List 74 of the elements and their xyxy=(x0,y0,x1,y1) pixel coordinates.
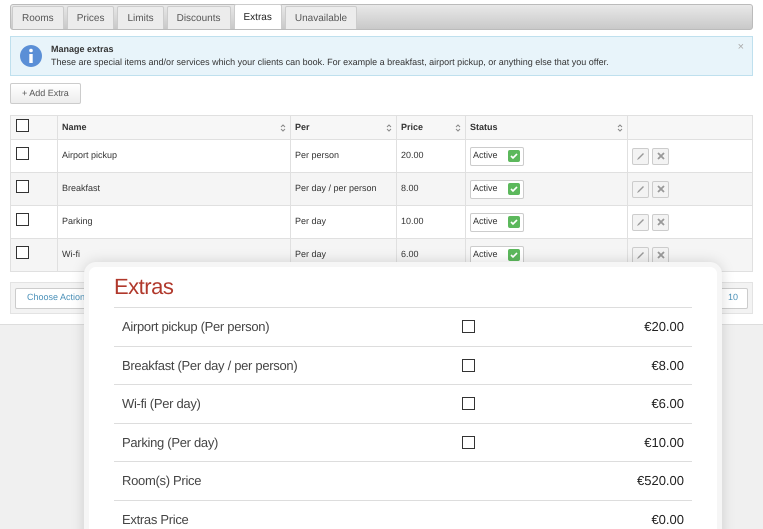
status-toggle[interactable]: Active xyxy=(470,146,524,166)
table-cell: 10.00 xyxy=(401,216,424,226)
extra-price: €20.00 xyxy=(644,318,684,336)
add-extra-button[interactable]: + Add Extra xyxy=(10,83,81,104)
column-header[interactable]: Per xyxy=(295,120,310,134)
extra-price: €10.00 xyxy=(644,434,684,452)
table-cell: Parking xyxy=(62,216,93,226)
delete-button[interactable] xyxy=(652,246,669,264)
table-cell: Per person xyxy=(295,150,340,160)
notice-title: Manage extras xyxy=(51,42,115,56)
tab[interactable]: Prices xyxy=(66,6,114,29)
pencil-icon xyxy=(636,250,645,260)
table-cell: Airport pickup xyxy=(62,150,118,160)
close-icon xyxy=(656,152,664,160)
checkbox[interactable] xyxy=(16,118,29,132)
column-header[interactable]: Status xyxy=(470,120,498,134)
check-icon xyxy=(508,183,520,195)
pencil-icon xyxy=(636,184,645,194)
checkbox[interactable] xyxy=(462,397,475,410)
checkbox[interactable] xyxy=(16,213,29,226)
total-price: €520.00 xyxy=(637,472,684,490)
tab[interactable]: Unavailable xyxy=(284,6,358,29)
tab[interactable]: Discounts xyxy=(166,6,231,29)
card-title: Extras xyxy=(114,273,174,301)
edit-button[interactable] xyxy=(632,180,649,198)
extra-label: Wi-fi (Per day) xyxy=(122,395,202,413)
table-cell: 20.00 xyxy=(401,150,424,160)
close-icon xyxy=(656,185,664,193)
table-cell: Wi-fi xyxy=(62,249,80,260)
edit-button[interactable] xyxy=(632,148,649,164)
table-cell: Per day xyxy=(295,249,326,260)
pencil-icon xyxy=(636,218,645,226)
table-cell: Per day / per person xyxy=(295,183,377,194)
tab[interactable]: Extras xyxy=(234,4,282,29)
info-icon xyxy=(19,44,43,68)
column-header[interactable]: Name xyxy=(62,120,87,134)
total-label: Extras Price xyxy=(122,510,188,528)
total-label: Room(s) Price xyxy=(122,472,202,490)
sort-icon xyxy=(386,122,392,132)
tab[interactable]: Limits xyxy=(117,6,164,29)
extra-price: €8.00 xyxy=(651,356,684,374)
delete-button[interactable] xyxy=(652,148,669,164)
extra-label: Airport pickup (Per person) xyxy=(122,318,270,336)
checkbox[interactable] xyxy=(462,436,475,449)
sort-icon xyxy=(617,122,623,132)
checkbox[interactable] xyxy=(16,180,29,194)
column-header[interactable]: Price xyxy=(401,120,424,134)
table-cell: Breakfast xyxy=(62,183,100,194)
status-toggle[interactable]: Active xyxy=(470,180,524,198)
table-cell: 8.00 xyxy=(401,183,419,194)
check-icon xyxy=(508,216,520,228)
table-cell: Per day xyxy=(295,216,326,226)
notice-text: These are special items and/or services which your clients can book. For example a breakfast, airport pickup, or anything else that you offer. xyxy=(51,56,609,69)
checkbox[interactable] xyxy=(462,358,475,372)
delete-button[interactable] xyxy=(652,180,669,198)
extra-label: Parking (Per day) xyxy=(122,434,220,452)
status-toggle[interactable]: Active xyxy=(470,212,524,232)
check-icon xyxy=(508,150,520,162)
edit-button[interactable] xyxy=(632,214,649,230)
checkbox[interactable] xyxy=(16,147,29,160)
extra-label: Breakfast (Per day / per person) xyxy=(122,356,298,375)
sort-icon xyxy=(280,122,286,132)
close-icon xyxy=(656,251,664,259)
extra-price: €6.00 xyxy=(651,395,684,413)
total-price: €0.00 xyxy=(651,510,684,528)
tab[interactable]: Rooms xyxy=(12,6,64,29)
table-cell: 6.00 xyxy=(401,249,419,260)
checkbox[interactable] xyxy=(462,320,475,334)
edit-button[interactable] xyxy=(632,246,649,264)
close-icon xyxy=(656,218,664,226)
sort-icon xyxy=(455,122,461,132)
delete-button[interactable] xyxy=(652,214,669,230)
pencil-icon xyxy=(636,152,645,160)
checkbox[interactable] xyxy=(16,246,29,260)
